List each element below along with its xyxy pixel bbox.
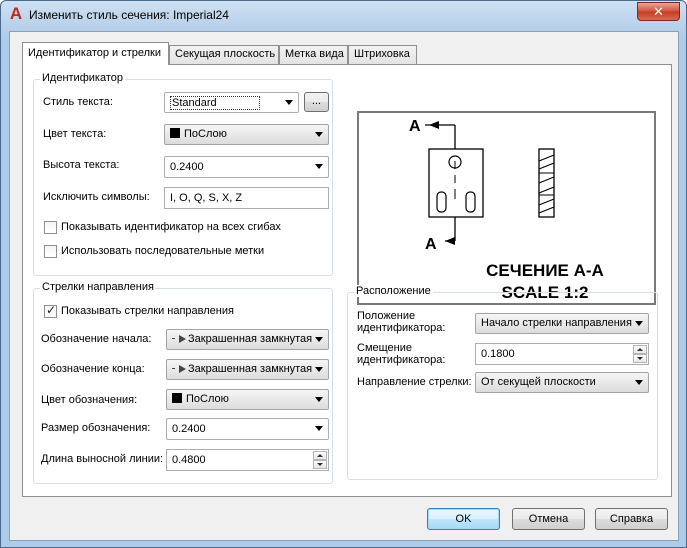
location-group-title: Расположение xyxy=(354,285,433,297)
tab-view-label[interactable]: Метка вида xyxy=(279,45,348,64)
close-button[interactable]: ✕ xyxy=(637,2,680,21)
spin-up-icon[interactable] xyxy=(313,451,327,460)
end-symbol-select[interactable]: Закрашенная замкнутая xyxy=(166,359,329,380)
extension-length-value: 0.4800 xyxy=(172,454,206,466)
exclude-characters-value: I, O, Q, S, X, Z xyxy=(170,192,243,204)
identifier-offset-spinner[interactable] xyxy=(633,345,647,363)
symbol-color-select[interactable]: ПоСлою xyxy=(166,389,329,410)
arrow-direction-value: От секущей плоскости xyxy=(481,376,596,388)
tab-cutting-plane[interactable]: Секущая плоскость xyxy=(169,45,279,64)
identifier-position-select[interactable]: Начало стрелки направления xyxy=(475,313,649,334)
tab-hatch[interactable]: Штриховка xyxy=(348,45,417,64)
start-symbol-value: Закрашенная замкнутая xyxy=(188,333,313,345)
help-button[interactable]: Справка xyxy=(595,508,668,530)
chevron-down-icon xyxy=(315,132,323,137)
identifier-offset-label: Смещение идентификатора: xyxy=(357,342,446,366)
chevron-down-icon xyxy=(635,321,643,326)
text-style-label: Стиль текста: xyxy=(43,96,113,108)
text-height-label: Высота текста: xyxy=(43,159,120,171)
tab-identifier-arrows[interactable]: Идентификатор и стрелки xyxy=(22,42,169,65)
start-symbol-select[interactable]: Закрашенная замкнутая xyxy=(166,329,329,350)
tab-panel-identifier-arrows: Идентификатор Стиль текста: Standard ...… xyxy=(22,64,672,497)
chevron-down-icon xyxy=(635,380,643,385)
color-swatch xyxy=(172,393,182,403)
section-preview-drawing: A A СЕЧЕНИЕ А-А SCALE 1:2 xyxy=(409,118,604,302)
dialog-client: Идентификатор и стрелки Секущая плоскост… xyxy=(9,31,679,541)
symbol-size-value: 0.2400 xyxy=(172,423,206,435)
preview-label-bottom: A xyxy=(425,236,437,253)
filled-arrow-icon xyxy=(179,335,186,343)
autocad-a-icon: A xyxy=(9,4,23,23)
identifier-offset-input[interactable]: 0.1800 xyxy=(475,343,649,365)
show-arrows-checkbox[interactable] xyxy=(44,303,57,318)
extension-length-spinner[interactable] xyxy=(313,451,327,469)
text-style-value: Standard xyxy=(170,96,260,110)
arrows-group-title: Стрелки направления xyxy=(40,281,156,293)
identifier-offset-value: 0.1800 xyxy=(481,348,515,360)
ok-button[interactable]: OK xyxy=(427,508,500,530)
symbol-color-value: ПоСлою xyxy=(186,393,229,405)
text-color-value: ПоСлою xyxy=(184,128,227,140)
cancel-button[interactable]: Отмена xyxy=(512,508,585,530)
show-arrows-label[interactable]: Показывать стрелки направления xyxy=(61,305,234,317)
consecutive-labels-checkbox[interactable] xyxy=(44,245,57,258)
preview-label-top: A xyxy=(409,118,421,135)
end-symbol-value: Закрашенная замкнутая xyxy=(188,363,313,375)
consecutive-labels-label[interactable]: Использовать последовательные метки xyxy=(61,245,264,257)
chevron-down-icon xyxy=(285,100,293,105)
extension-length-input[interactable]: 0.4800 xyxy=(166,449,329,471)
filled-arrow-icon xyxy=(179,365,186,373)
symbol-color-label: Цвет обозначения: xyxy=(41,394,138,406)
color-swatch xyxy=(170,128,180,138)
window-title: Изменить стиль сечения: Imperial24 xyxy=(29,8,229,22)
arrow-direction-select[interactable]: От секущей плоскости xyxy=(475,372,649,393)
preview-panel: A A СЕЧЕНИЕ А-А SCALE 1:2 xyxy=(357,111,656,305)
spin-up-icon[interactable] xyxy=(633,345,647,354)
chevron-down-icon xyxy=(315,426,323,431)
end-symbol-label: Обозначение конца: xyxy=(41,363,145,375)
text-color-select[interactable]: ПоСлою xyxy=(164,124,329,145)
dialog-window: A Изменить стиль сечения: Imperial24 ✕ И… xyxy=(0,0,687,548)
identifier-position-label: Положение идентификатора: xyxy=(357,310,446,334)
exclude-characters-label: Исключить символы: xyxy=(43,191,150,203)
text-style-select[interactable]: Standard xyxy=(164,92,299,113)
arrow-direction-label: Направление стрелки: xyxy=(357,376,472,388)
chevron-down-icon xyxy=(315,367,323,372)
exclude-characters-input[interactable]: I, O, Q, S, X, Z xyxy=(164,187,329,209)
text-color-label: Цвет текста: xyxy=(43,128,107,140)
spin-down-icon[interactable] xyxy=(633,354,647,363)
extension-length-label: Длина выносной линии: xyxy=(41,453,164,465)
start-symbol-label: Обозначение начала: xyxy=(41,333,152,345)
text-height-combo[interactable]: 0.2400 xyxy=(164,156,329,178)
title-bar[interactable]: A Изменить стиль сечения: Imperial24 ✕ xyxy=(1,1,686,31)
identifier-group-title: Идентификатор xyxy=(40,72,125,84)
text-style-browse-button[interactable]: ... xyxy=(304,92,329,112)
symbol-size-combo[interactable]: 0.2400 xyxy=(166,418,329,440)
show-all-bends-checkbox[interactable] xyxy=(44,221,57,234)
symbol-size-label: Размер обозначения: xyxy=(41,422,151,434)
text-height-value: 0.2400 xyxy=(170,161,204,173)
chevron-down-icon xyxy=(315,337,323,342)
chevron-down-icon xyxy=(315,164,323,169)
spin-down-icon[interactable] xyxy=(313,460,327,469)
chevron-down-icon xyxy=(315,397,323,402)
preview-caption-line1: СЕЧЕНИЕ А-А xyxy=(486,261,604,280)
show-all-bends-label[interactable]: Показывать идентификатор на всех сгибах xyxy=(61,221,281,233)
identifier-position-value: Начало стрелки направления xyxy=(481,317,632,329)
